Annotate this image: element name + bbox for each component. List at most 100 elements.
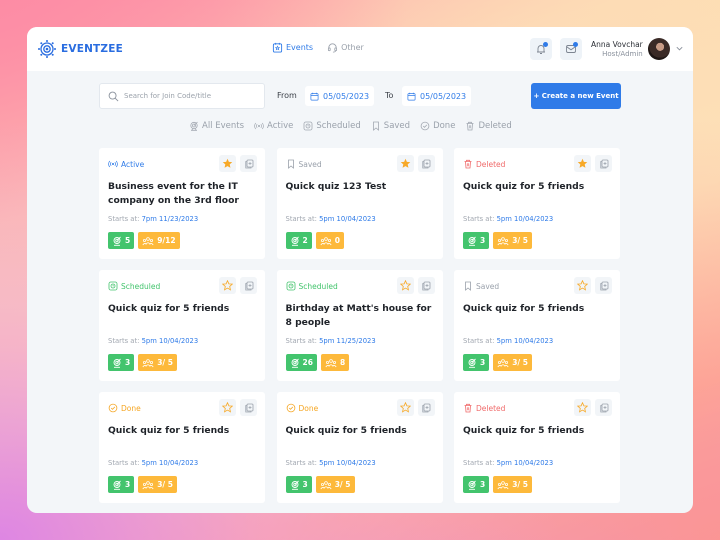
search-box[interactable] bbox=[99, 83, 265, 109]
duplicate-button[interactable] bbox=[240, 399, 257, 416]
message-dot bbox=[573, 42, 578, 47]
card-actions bbox=[219, 155, 257, 172]
filter-label: Active bbox=[267, 121, 294, 131]
duplicate-button[interactable] bbox=[240, 277, 257, 294]
filter-active[interactable]: Active bbox=[254, 121, 293, 131]
event-title: Quick quiz for 5 friends bbox=[463, 425, 585, 436]
logo-gear-icon bbox=[38, 40, 56, 58]
status-label: Done bbox=[121, 403, 141, 413]
favorite-button[interactable] bbox=[574, 399, 591, 416]
filter-done[interactable]: Done bbox=[420, 121, 455, 131]
event-start: Starts at: 5pm 10/04/2023 bbox=[463, 337, 553, 345]
brand-logo[interactable]: EVENTZEE bbox=[37, 39, 123, 59]
messages-button[interactable] bbox=[560, 38, 582, 60]
event-stats: 26 8 bbox=[285, 354, 350, 371]
duplicate-button[interactable] bbox=[595, 155, 612, 172]
status-label: Deleted bbox=[476, 159, 506, 169]
from-date-value: 05/05/2023 bbox=[323, 91, 370, 101]
event-card[interactable]: Deleted Quick quiz for 5 friends Starts … bbox=[454, 392, 620, 503]
questions-count: 3 bbox=[125, 480, 131, 489]
toolbar: From 05/05/2023 To 05/05/2023 + Create a… bbox=[99, 83, 621, 109]
star-outline-icon bbox=[399, 402, 411, 413]
headset-icon bbox=[328, 43, 338, 53]
event-stats: 2 0 bbox=[285, 232, 344, 249]
event-card[interactable]: Scheduled Quick quiz for 5 friends Start… bbox=[99, 270, 265, 381]
create-event-button[interactable]: + Create a new Event bbox=[531, 83, 621, 109]
participants-count: 3/ 5 bbox=[157, 480, 174, 489]
participants-count: 0 bbox=[334, 236, 340, 245]
duplicate-button[interactable] bbox=[240, 155, 257, 172]
start-time: 5pm 10/04/2023 bbox=[141, 337, 199, 345]
duplicate-button[interactable] bbox=[595, 399, 612, 416]
target-icon bbox=[290, 358, 300, 368]
copy-icon bbox=[421, 281, 431, 291]
duplicate-button[interactable] bbox=[417, 155, 435, 172]
participants-badge: 3/ 5 bbox=[493, 354, 533, 371]
event-title: Quick quiz for 5 friends bbox=[463, 181, 585, 192]
questions-count: 3 bbox=[480, 480, 486, 489]
filter-saved[interactable]: Saved bbox=[371, 121, 410, 131]
target-icon bbox=[112, 480, 122, 490]
favorite-button[interactable] bbox=[396, 155, 414, 172]
chevron-down-icon[interactable] bbox=[675, 44, 684, 53]
search-icon bbox=[108, 91, 119, 101]
calendar-icon bbox=[310, 92, 319, 100]
event-title: Birthday at Matt's house for 8 people bbox=[285, 303, 432, 328]
nav-item-other[interactable]: Other bbox=[327, 42, 364, 53]
filter-deleted[interactable]: Deleted bbox=[465, 121, 512, 131]
broadcast-icon bbox=[108, 159, 118, 169]
event-card[interactable]: Saved Quick quiz 123 Test Starts at: 5pm… bbox=[276, 148, 443, 259]
target-icon bbox=[112, 236, 122, 246]
filter-label: Done bbox=[433, 121, 456, 131]
participants-count: 3/ 5 bbox=[512, 358, 529, 367]
filter-all-events[interactable]: All Events bbox=[189, 121, 244, 131]
start-time: 5pm 10/04/2023 bbox=[496, 459, 554, 467]
event-card[interactable]: Saved Quick quiz for 5 friends Starts at… bbox=[454, 270, 620, 381]
event-stats: 3 3/ 5 bbox=[463, 232, 533, 249]
avatar[interactable] bbox=[648, 38, 670, 60]
filter-scheduled[interactable]: Scheduled bbox=[303, 121, 361, 131]
favorite-button[interactable] bbox=[219, 155, 236, 172]
start-time: 5pm 10/04/2023 bbox=[496, 215, 554, 223]
notification-dot bbox=[543, 42, 548, 47]
from-label: From bbox=[277, 91, 297, 100]
participants-icon bbox=[320, 480, 332, 490]
nav-item-events[interactable]: Events bbox=[272, 42, 313, 53]
participants-badge: 3/ 5 bbox=[315, 476, 355, 493]
favorite-button[interactable] bbox=[219, 399, 236, 416]
copy-icon bbox=[599, 281, 609, 291]
status-label: Deleted bbox=[476, 403, 506, 413]
participants-badge: 3/ 5 bbox=[493, 476, 533, 493]
from-date-picker[interactable]: 05/05/2023 bbox=[305, 86, 375, 106]
broadcast-icon bbox=[254, 121, 264, 131]
to-date-picker[interactable]: 05/05/2023 bbox=[402, 86, 472, 106]
nav-item-label: Other bbox=[341, 43, 364, 52]
star-filled-icon bbox=[400, 158, 411, 169]
duplicate-button[interactable] bbox=[417, 277, 435, 294]
scheduled-icon bbox=[286, 281, 296, 291]
event-stats: 3 3/ 5 bbox=[108, 354, 178, 371]
favorite-button[interactable] bbox=[396, 277, 414, 294]
event-card[interactable]: Scheduled Birthday at Matt's house for 8… bbox=[276, 270, 443, 381]
starts-label: Starts at: bbox=[285, 459, 317, 467]
starts-label: Starts at: bbox=[463, 215, 495, 223]
favorite-button[interactable] bbox=[219, 277, 236, 294]
favorite-button[interactable] bbox=[574, 277, 591, 294]
event-card[interactable]: Active Business event for the IT company… bbox=[99, 148, 265, 259]
event-card[interactable]: Done Quick quiz for 5 friends Starts at:… bbox=[99, 392, 265, 503]
event-card[interactable]: Deleted Quick quiz for 5 friends Starts … bbox=[454, 148, 620, 259]
questions-count: 3 bbox=[480, 358, 486, 367]
target-icon bbox=[290, 480, 300, 490]
start-time: 5pm 10/04/2023 bbox=[319, 459, 376, 467]
participants-count: 3/ 5 bbox=[334, 480, 351, 489]
notifications-button[interactable] bbox=[530, 38, 552, 60]
user-info[interactable]: Anna Vovchar Host/Admin bbox=[591, 40, 643, 59]
favorite-button[interactable] bbox=[396, 399, 414, 416]
favorite-button[interactable] bbox=[574, 155, 591, 172]
participants-badge: 8 bbox=[320, 354, 350, 371]
duplicate-button[interactable] bbox=[417, 399, 435, 416]
user-role: Host/Admin bbox=[602, 50, 643, 58]
search-input[interactable] bbox=[124, 92, 254, 100]
duplicate-button[interactable] bbox=[595, 277, 612, 294]
event-card[interactable]: Done Quick quiz for 5 friends Starts at:… bbox=[276, 392, 443, 503]
